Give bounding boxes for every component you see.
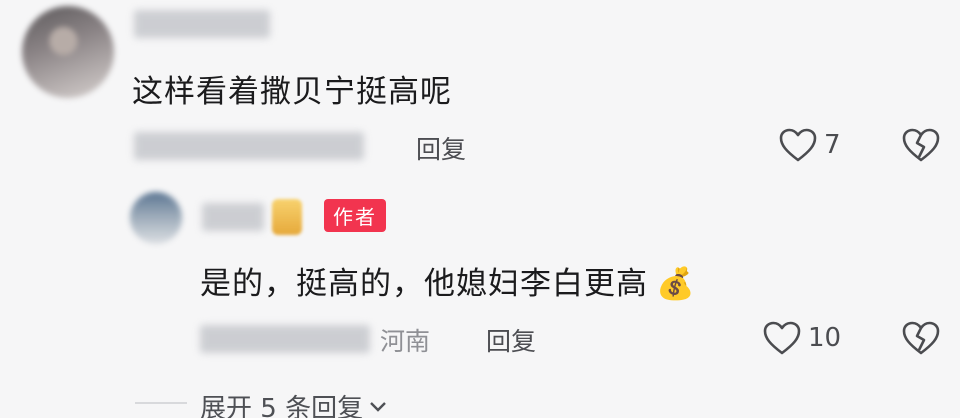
reply-text-content: 是的，挺高的，他媳妇李白更高 (200, 266, 648, 302)
expand-replies-label: 展开 5 条回复 (200, 394, 364, 418)
reply-location: 河南 (380, 327, 431, 356)
author-avatar[interactable] (130, 192, 182, 244)
broken-heart-icon[interactable] (901, 127, 941, 163)
reply-like-count: 10 (808, 323, 842, 353)
commenter-username-blurred[interactable] (134, 10, 270, 38)
reply-meta-blurred (200, 325, 370, 353)
heart-icon (762, 320, 802, 356)
expand-replies-button[interactable]: 展开 5 条回复 (200, 388, 387, 418)
comment-like-count: 7 (824, 130, 841, 160)
comment-like-button[interactable]: 7 (778, 127, 841, 163)
chevron-down-icon (369, 400, 387, 414)
comment-text: 这样看着撒贝宁挺高呢 (132, 74, 452, 110)
money-bag-emoji: 💰 (656, 266, 696, 302)
comment-reply-button[interactable]: 回复 (416, 130, 466, 166)
reply-reply-button[interactable]: 回复 (486, 322, 536, 358)
broken-heart-icon[interactable] (901, 320, 941, 356)
comment-thread: 这样看着撒贝宁挺高呢 回复 7 作者 是的，挺高的，他媳妇李白更高 💰 河南 回复… (0, 0, 960, 418)
reply-like-button[interactable]: 10 (762, 320, 841, 356)
author-username-blurred[interactable] (202, 203, 264, 231)
expand-divider (135, 402, 187, 404)
author-badge: 作者 (324, 199, 386, 232)
author-level-badge (272, 199, 302, 235)
reply-text: 是的，挺高的，他媳妇李白更高 💰 (200, 258, 696, 303)
commenter-avatar[interactable] (22, 6, 114, 98)
heart-icon (778, 127, 818, 163)
comment-meta-blurred (134, 132, 364, 160)
